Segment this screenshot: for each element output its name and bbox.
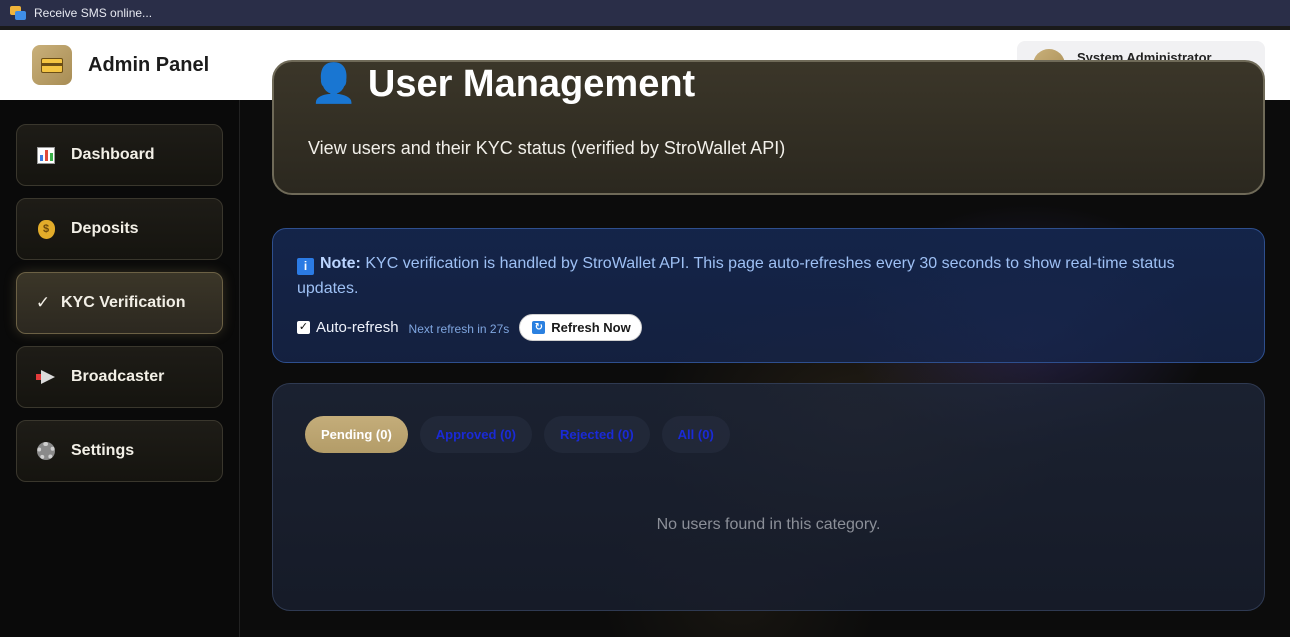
sidebar: Dashboard $ Deposits ✓ KYC Verification … [0, 100, 240, 637]
sidebar-item-dashboard[interactable]: Dashboard [16, 124, 223, 186]
sidebar-item-label: KYC Verification [61, 294, 186, 311]
chart-icon [35, 144, 57, 166]
app-title: Admin Panel [88, 53, 210, 76]
auto-refresh-checkbox[interactable]: ✓ [297, 321, 310, 334]
sidebar-item-deposits[interactable]: $ Deposits [16, 198, 223, 260]
refresh-now-label: Refresh Now [551, 320, 631, 335]
note-text: KYC verification is handled by StroWalle… [297, 255, 1175, 297]
sidebar-item-broadcaster[interactable]: Broadcaster [16, 346, 223, 408]
sidebar-item-label: Broadcaster [71, 368, 165, 385]
tab-pending[interactable]: Pending (0) [305, 416, 408, 453]
sidebar-item-label: Dashboard [71, 146, 155, 163]
brand: Admin Panel [32, 45, 209, 85]
tab-rejected[interactable]: Rejected (0) [543, 416, 650, 453]
page-subtitle: View users and their KYC status (verifie… [308, 138, 786, 158]
tab-all[interactable]: All (0) [661, 416, 730, 453]
money-bag-icon: $ [35, 218, 57, 240]
sidebar-item-settings[interactable]: Settings [16, 420, 223, 482]
credit-card-icon [32, 45, 72, 85]
note-prefix: Note: [320, 255, 361, 272]
refresh-now-button[interactable]: ↻ Refresh Now [519, 314, 642, 341]
kyc-users-panel: Pending (0) Approved (0) Rejected (0) Al… [272, 383, 1265, 611]
os-window-strip: Receive SMS online... [0, 0, 1290, 26]
info-icon: i [297, 258, 314, 275]
next-refresh-countdown: Next refresh in 27s [408, 322, 510, 336]
os-window-title: Receive SMS online... [34, 6, 153, 20]
megaphone-icon [35, 366, 57, 388]
check-icon: ✓ [35, 293, 51, 312]
refresh-icon: ↻ [532, 321, 546, 334]
info-note: i Note: KYC verification is handled by St… [272, 228, 1265, 363]
sidebar-item-kyc-verification[interactable]: ✓ KYC Verification [16, 272, 223, 334]
status-tabs: Pending (0) Approved (0) Rejected (0) Al… [305, 416, 742, 453]
auto-refresh-label[interactable]: Auto-refresh [316, 319, 399, 336]
page-title: 👤 User Management [310, 63, 696, 105]
page-hero: 👤 User Management View users and their K… [272, 60, 1265, 195]
tab-approved[interactable]: Approved (0) [419, 416, 532, 453]
sidebar-item-label: Settings [71, 442, 135, 459]
refresh-controls: ✓ Auto-refresh Next refresh in 27s ↻ Ref… [297, 314, 1240, 341]
sidebar-item-label: Deposits [71, 220, 139, 237]
sms-app-icon [10, 6, 26, 20]
note-text-block: i Note: KYC verification is handled by St… [297, 251, 1240, 301]
gear-icon [35, 440, 57, 462]
empty-state-message: No users found in this category. [656, 516, 881, 533]
